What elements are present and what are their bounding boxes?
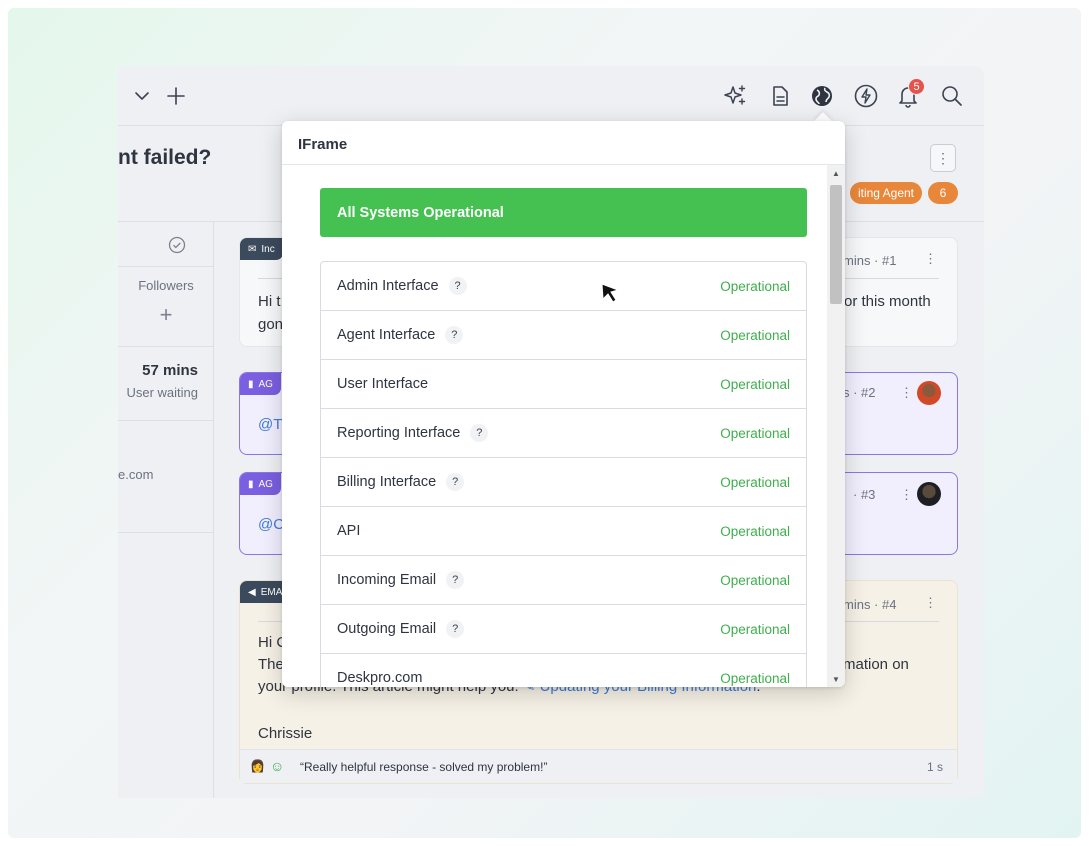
component-status: Operational (720, 621, 790, 637)
globe-icon[interactable] (806, 80, 838, 112)
message-menu-button[interactable]: ⋮ (924, 251, 937, 267)
ticket-title: nt failed? (118, 146, 212, 169)
ticket-menu-button[interactable]: ⋮ (930, 144, 956, 172)
component-status: Operational (720, 376, 790, 392)
envelope-icon: ✉ (248, 243, 257, 255)
component-name: Incoming Email (337, 572, 437, 588)
component-name: Deskpro.com (337, 670, 423, 686)
popup-title: IFrame (298, 136, 348, 153)
iframe-content: All Systems Operational Admin Interface?… (282, 165, 827, 687)
divider (118, 532, 213, 533)
message-text: Hi t (258, 293, 281, 310)
message-menu-button[interactable]: ⋮ (900, 487, 913, 503)
email-line-2-end: mation on (843, 656, 909, 673)
component-name: Outgoing Email (337, 621, 437, 637)
component-row: API Operational (321, 507, 806, 556)
component-name: User Interface (337, 376, 429, 392)
message-tag: ▮ AG (240, 373, 281, 395)
chevron-down-icon[interactable] (126, 80, 158, 112)
message-menu-button[interactable]: ⋮ (924, 595, 937, 611)
component-status: Operational (720, 523, 790, 539)
component-name: API (337, 523, 361, 539)
component-row: Agent Interface? Operational (321, 311, 806, 360)
divider (118, 346, 213, 347)
help-icon[interactable]: ? (445, 326, 464, 344)
sparkle-icon[interactable] (720, 80, 752, 112)
status-badge[interactable]: iting Agent (849, 182, 922, 204)
divider (118, 420, 213, 421)
help-icon[interactable]: ? (446, 473, 465, 491)
notification-badge: 5 (908, 78, 925, 95)
message-meta: mins · #1 (843, 253, 897, 268)
email-line-2: The (258, 656, 284, 673)
feedback-bar: 👩 ☺ “Really helpful response - solved my… (240, 749, 957, 783)
component-status: Operational (720, 425, 790, 441)
count-badge: 6 (928, 182, 958, 204)
component-row: Admin Interface? Operational (321, 262, 806, 311)
help-icon[interactable]: ? (446, 571, 465, 589)
component-status: Operational (720, 474, 790, 490)
component-row: Outgoing Email? Operational (321, 605, 806, 654)
divider (118, 266, 213, 267)
component-name: Admin Interface (337, 278, 439, 294)
user-email[interactable]: e.com (118, 467, 153, 482)
note-icon: ▮ (248, 378, 254, 390)
check-circle-icon[interactable] (168, 236, 186, 254)
component-status: Operational (720, 670, 790, 686)
help-icon[interactable]: ? (446, 620, 465, 638)
ticket-sidebar: Followers + 57 mins User waiting e.com (118, 222, 214, 798)
scrollbar[interactable]: ▲ ▼ (827, 165, 845, 687)
bell-icon[interactable]: 5 (892, 78, 925, 112)
component-status: Operational (720, 572, 790, 588)
help-icon[interactable]: ? (470, 424, 489, 442)
mention-text[interactable]: @C (258, 514, 284, 536)
search-icon[interactable] (936, 80, 968, 112)
feedback-text: “Really helpful response - solved my pro… (300, 760, 548, 774)
plus-icon[interactable] (160, 80, 192, 112)
component-name: Billing Interface (337, 474, 437, 490)
note-icon: ▮ (248, 478, 254, 490)
component-row: Billing Interface? Operational (321, 458, 806, 507)
message-meta: s · #2 (843, 385, 876, 400)
help-icon[interactable]: ? (448, 277, 467, 295)
component-row: User Interface Operational (321, 360, 806, 409)
feedback-time: 1 s (926, 760, 943, 774)
followers-label: Followers (138, 278, 194, 293)
message-meta: mins · #4 (843, 597, 897, 612)
component-status: Operational (720, 327, 790, 343)
component-name: Agent Interface (337, 327, 436, 343)
component-row: Reporting Interface? Operational (321, 409, 806, 458)
message-tag: ▮ AG (240, 473, 281, 495)
user-avatar-icon: 👩 (250, 759, 265, 773)
send-icon: ◀ (248, 586, 256, 598)
wait-label: User waiting (126, 385, 198, 400)
message-text-end: or this month (844, 293, 931, 310)
message-text-2: gon (258, 316, 284, 333)
wait-time: 57 mins (142, 362, 198, 379)
avatar (917, 482, 941, 506)
component-status: Operational (720, 278, 790, 294)
mouse-cursor-icon (601, 283, 620, 303)
message-meta: · #3 (853, 487, 876, 502)
message-tag: ✉ Inc (240, 238, 283, 260)
iframe-popup: IFrame All Systems Operational Admin Int… (282, 121, 845, 687)
scroll-up-arrow[interactable]: ▲ (827, 165, 845, 181)
component-list: Admin Interface? Operational Agent Interfa… (320, 261, 807, 687)
document-icon[interactable] (764, 80, 796, 112)
avatar (917, 381, 941, 405)
component-name: Reporting Interface (337, 425, 461, 441)
scroll-down-arrow[interactable]: ▼ (827, 671, 845, 687)
component-row: Deskpro.com Operational (321, 654, 806, 687)
email-signature: Chrissie (258, 725, 313, 742)
smiley-icon: ☺ (270, 758, 285, 774)
message-menu-button[interactable]: ⋮ (900, 385, 913, 401)
status-banner: All Systems Operational (320, 188, 807, 237)
top-toolbar: 5 (118, 66, 984, 126)
component-row: Incoming Email? Operational (321, 556, 806, 605)
scroll-thumb[interactable] (830, 185, 842, 304)
add-follower-button[interactable]: + (118, 302, 214, 328)
lightning-icon[interactable] (850, 80, 882, 112)
